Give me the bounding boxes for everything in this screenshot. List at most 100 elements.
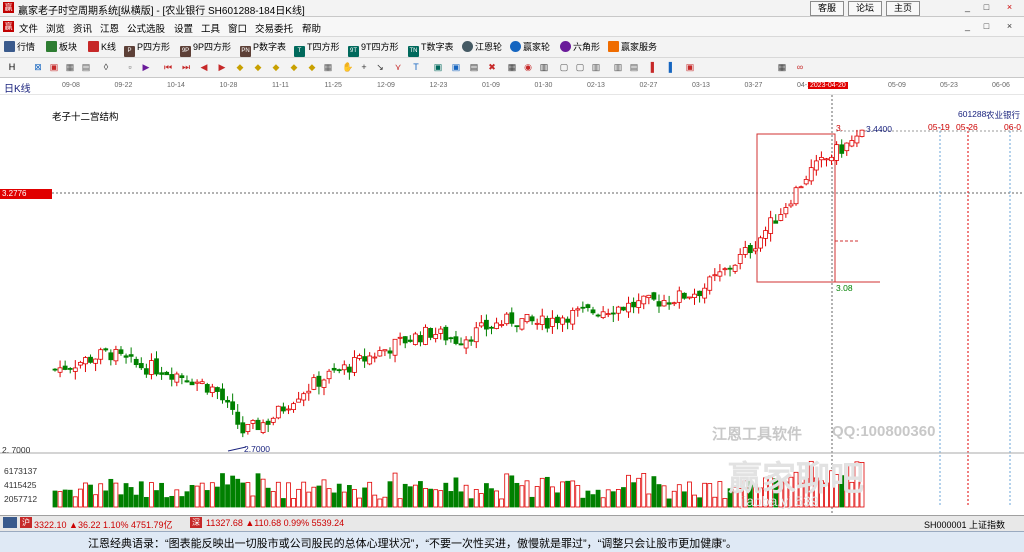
- menu-settings[interactable]: 设置: [174, 21, 193, 35]
- volume-bar: [397, 498, 403, 508]
- toolbar-9t-square-button[interactable]: 9T 9T四方形: [348, 40, 399, 57]
- lock-icon[interactable]: ▣: [684, 61, 696, 73]
- volume-bar: [692, 494, 697, 508]
- move-down-icon[interactable]: ◆: [288, 61, 300, 73]
- grid-toggle-icon[interactable]: ▦: [64, 61, 76, 73]
- toolbar-kline-button[interactable]: K线: [88, 40, 116, 54]
- table-icon[interactable]: ▦: [322, 61, 334, 73]
- sh-icon[interactable]: [3, 517, 17, 528]
- minimize-button[interactable]: _: [961, 2, 974, 13]
- candle-body: [250, 420, 256, 424]
- volume-bar: [103, 490, 109, 508]
- plus-icon[interactable]: +: [358, 61, 370, 73]
- infinity-icon[interactable]: ∞: [794, 61, 806, 73]
- toolbar-sector-button[interactable]: 板块: [46, 40, 77, 54]
- first-bar-icon[interactable]: ⏮: [162, 61, 174, 73]
- grid-view-icon[interactable]: ▦: [776, 61, 788, 73]
- sz-quote[interactable]: 11327.68 ▲110.68 0.99% 5539.24: [206, 518, 344, 528]
- toolbar-hexagon-button[interactable]: 六角形: [560, 40, 600, 54]
- candle-body: [265, 420, 271, 425]
- menu-file[interactable]: 文件: [19, 21, 38, 35]
- 9p-square-icon: 9P: [180, 46, 191, 57]
- menu-formula-screener[interactable]: 公式选股: [127, 21, 165, 35]
- volume-bar: [57, 491, 63, 508]
- mdi-close-button[interactable]: ×: [1003, 21, 1016, 32]
- text-icon[interactable]: T: [410, 61, 422, 73]
- zoom-out-icon[interactable]: ◆: [252, 61, 264, 73]
- menu-window[interactable]: 窗口: [228, 21, 247, 35]
- sh-badge: 沪: [20, 517, 32, 528]
- split-icon[interactable]: ▥: [538, 61, 550, 73]
- index-label[interactable]: SH000001 上证指数: [924, 518, 1005, 531]
- menu-tools[interactable]: 工具: [201, 21, 220, 35]
- color-icon[interactable]: ▌: [648, 61, 660, 73]
- candle-style-icon[interactable]: ◊: [100, 61, 112, 73]
- candle-body: [544, 317, 550, 329]
- tile-vertical-icon[interactable]: ▥: [612, 61, 624, 73]
- window-icon[interactable]: ▢: [558, 61, 570, 73]
- indicator-icon[interactable]: ▌: [666, 61, 678, 73]
- tile-icon[interactable]: ▥: [590, 61, 602, 73]
- candle-body: [712, 274, 718, 277]
- homepage-link[interactable]: 主页: [886, 1, 920, 16]
- bar-style-icon[interactable]: ▤: [80, 61, 92, 73]
- hand-icon[interactable]: ✋: [342, 61, 354, 73]
- toolbar-t-square-button[interactable]: T T四方形: [294, 40, 340, 57]
- candle-body: [473, 327, 479, 343]
- calendar-icon[interactable]: ▣: [432, 61, 444, 73]
- arrow-icon[interactable]: ↘: [374, 61, 386, 73]
- menu-browse[interactable]: 浏览: [46, 21, 65, 35]
- crosshair-icon[interactable]: ⊠: [32, 61, 44, 73]
- prev-bar-icon[interactable]: ◀: [198, 61, 210, 73]
- copy-icon[interactable]: ▢: [574, 61, 586, 73]
- zoom-in-icon[interactable]: ◆: [234, 61, 246, 73]
- candle-body: [311, 377, 317, 390]
- close-button[interactable]: ×: [1003, 2, 1016, 13]
- customer-service-link[interactable]: 客服: [810, 1, 844, 16]
- forum-link[interactable]: 论坛: [848, 1, 882, 16]
- maximize-button[interactable]: □: [980, 2, 993, 13]
- last-bar-icon[interactable]: ⏭: [180, 61, 192, 73]
- toolbar-t-number-table-button[interactable]: TN T数字表: [408, 40, 454, 57]
- flag-icon[interactable]: ▶: [140, 61, 152, 73]
- line-tool-icon[interactable]: ▫: [124, 61, 136, 73]
- print-icon[interactable]: ▤: [468, 61, 480, 73]
- toolbar-gann-wheel-button[interactable]: 江恩轮: [462, 40, 502, 54]
- cursor-mode-icon[interactable]: H: [6, 61, 18, 73]
- menu-news[interactable]: 资讯: [73, 21, 92, 35]
- menu-gann[interactable]: 江恩: [100, 21, 119, 35]
- candle-body: [808, 167, 814, 182]
- mdi-minimize-button[interactable]: _: [961, 21, 974, 32]
- candle-body: [372, 356, 378, 359]
- candle-body: [468, 339, 474, 342]
- candle-body: [697, 290, 702, 297]
- note-icon[interactable]: ▣: [48, 61, 60, 73]
- candle-body: [306, 390, 312, 394]
- volume-bar: [72, 496, 78, 508]
- kline-chart-svg[interactable]: [0, 95, 1024, 513]
- toolbar-p-square-button[interactable]: P P四方形: [124, 40, 170, 57]
- delete-icon[interactable]: ✖: [486, 61, 498, 73]
- cascade-icon[interactable]: ▤: [628, 61, 640, 73]
- candle-body: [392, 338, 398, 356]
- volume-bar: [676, 484, 682, 508]
- toolbar-p-number-table-button[interactable]: PN P数字表: [240, 40, 286, 57]
- expand-icon[interactable]: ◆: [306, 61, 318, 73]
- layout-icon[interactable]: ▦: [506, 61, 518, 73]
- candle-body: [651, 292, 657, 300]
- menu-trade[interactable]: 交易委托: [255, 21, 293, 35]
- next-bar-icon[interactable]: ▶: [216, 61, 228, 73]
- volume-bar: [448, 491, 454, 508]
- toolbar-service-button[interactable]: 赢家服务: [608, 40, 657, 54]
- fan-icon[interactable]: ⋎: [392, 61, 404, 73]
- alert-icon[interactable]: ◉: [522, 61, 534, 73]
- menu-help[interactable]: 帮助: [302, 21, 321, 35]
- toolbar-quotes-button[interactable]: 行情: [4, 40, 35, 54]
- toolbar-9p-square-button[interactable]: 9P 9P四方形: [180, 40, 231, 57]
- kline-chart[interactable]: 老子十二宫结构 601288 农业银行 3.2776 3.4400 3. 3.0…: [0, 95, 1024, 513]
- mdi-maximize-button[interactable]: □: [980, 21, 993, 32]
- sh-quote[interactable]: 3322.10 ▲36.22 1.10% 4751.79亿: [34, 518, 173, 531]
- toolbar-winner-wheel-button[interactable]: 赢家轮: [510, 40, 550, 54]
- save-icon[interactable]: ▣: [450, 61, 462, 73]
- move-up-icon[interactable]: ◆: [270, 61, 282, 73]
